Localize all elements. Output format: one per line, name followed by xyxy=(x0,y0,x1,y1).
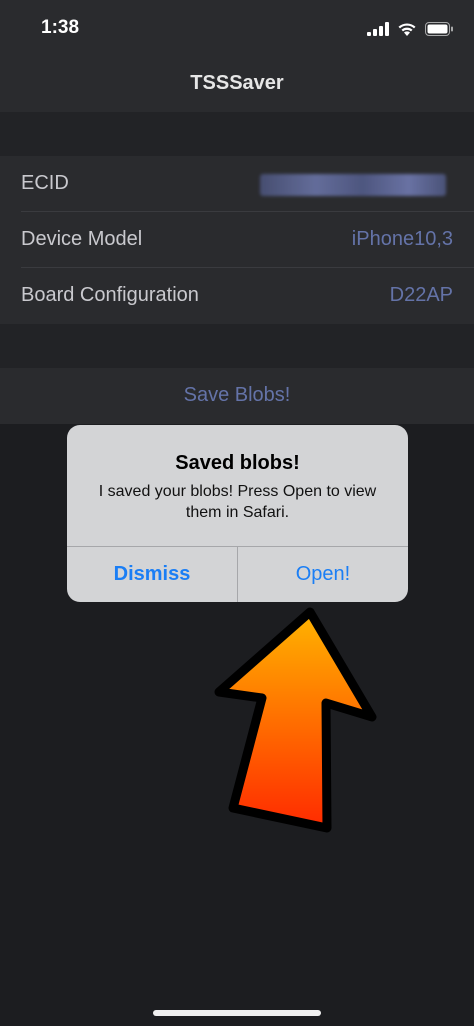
home-indicator[interactable] xyxy=(153,1010,321,1016)
annotation-arrow-icon xyxy=(214,607,377,833)
